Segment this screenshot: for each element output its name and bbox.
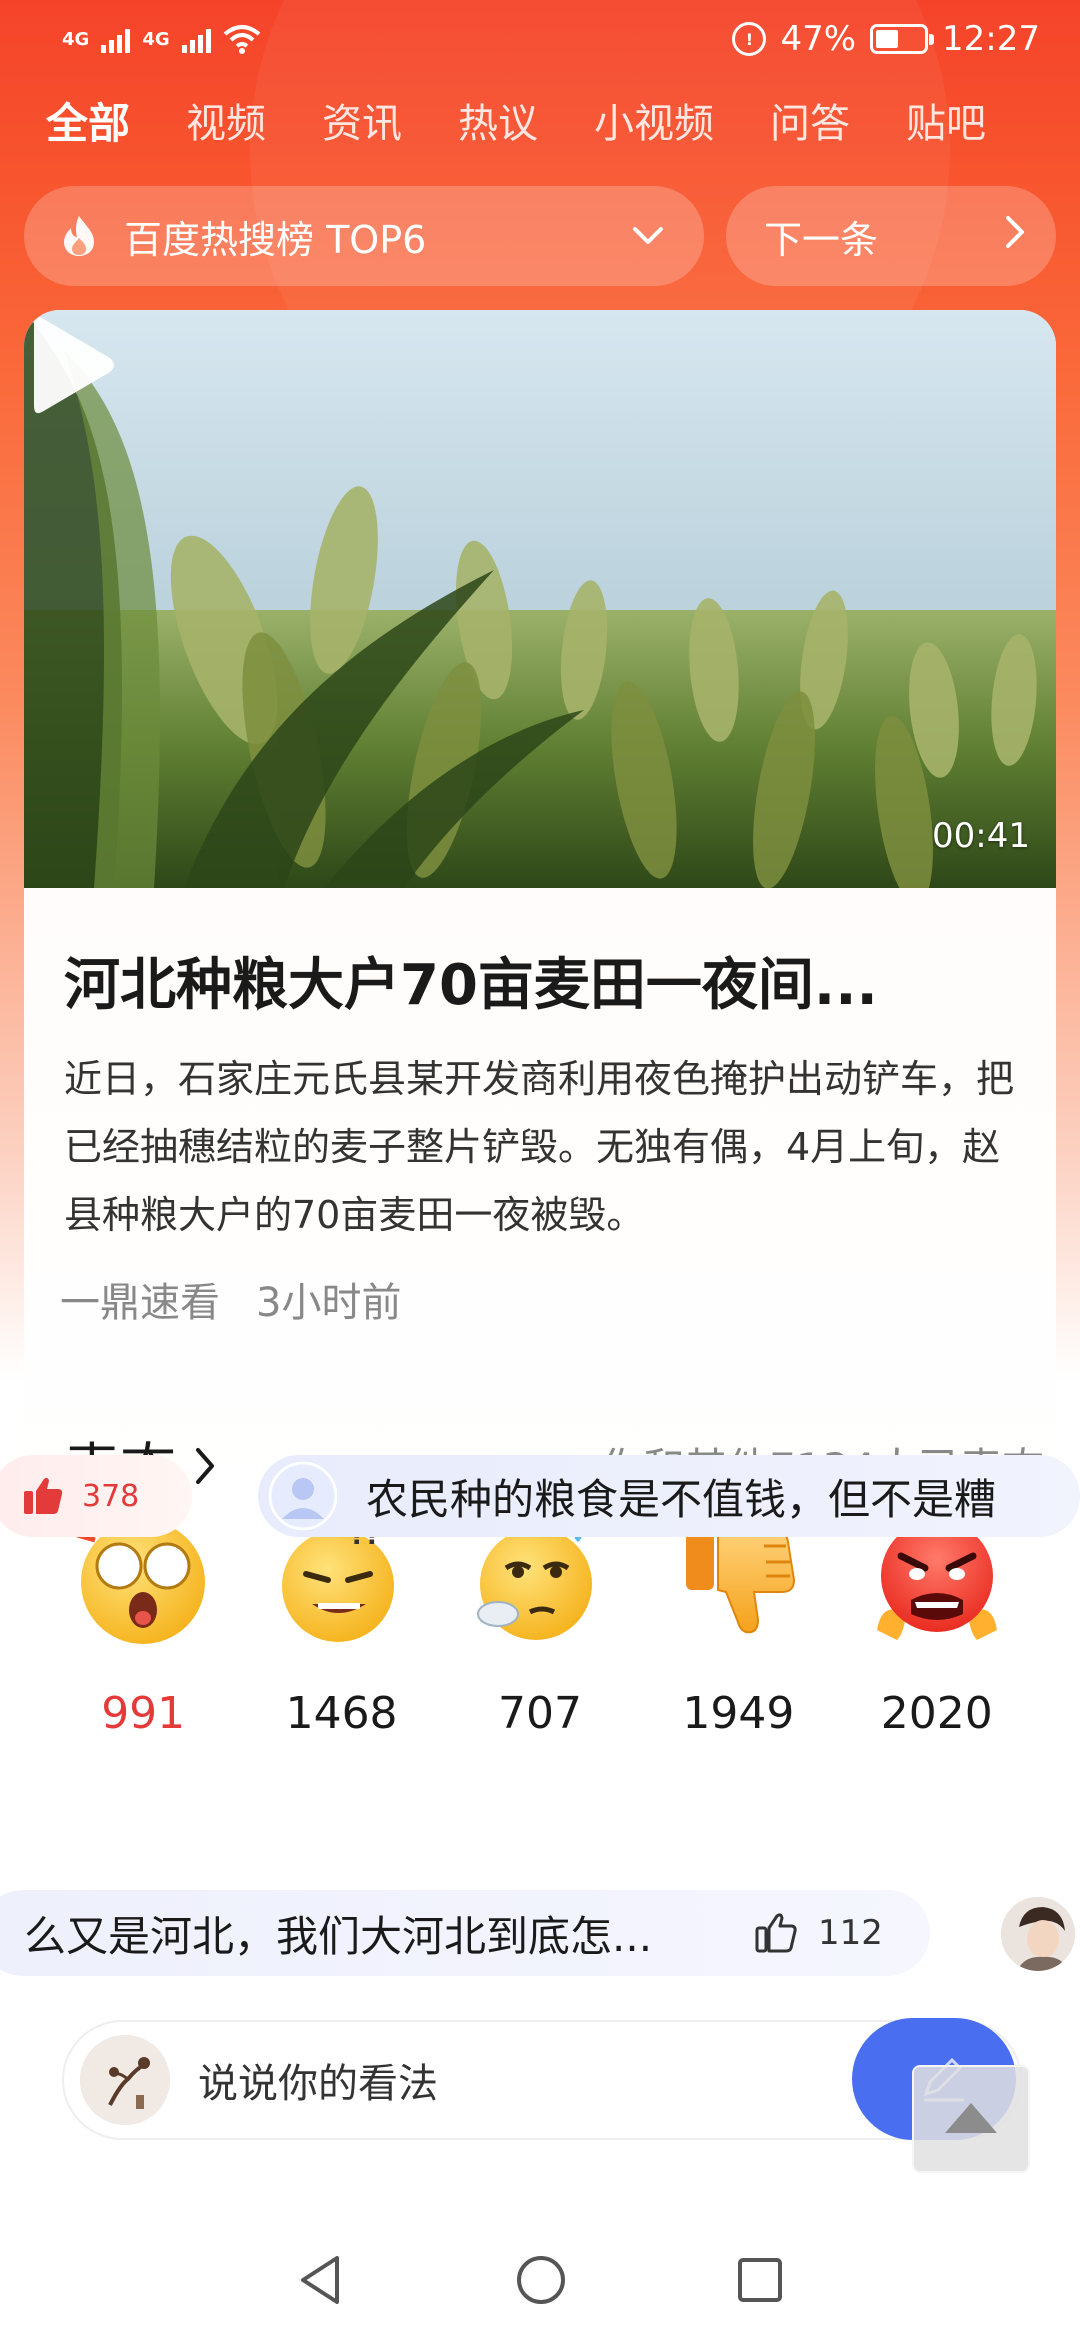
reaction-count: 1468 <box>285 1688 398 1739</box>
video-player[interactable]: 00:41 <box>24 310 1056 888</box>
data-saver-icon: ! <box>732 22 767 56</box>
signal-icon <box>101 25 131 53</box>
chevron-right-icon <box>1004 214 1026 258</box>
comment-like-pill[interactable]: 378 <box>0 1455 192 1537</box>
wheat-field-thumbnail <box>24 310 1056 888</box>
next-item-button[interactable]: 下一条 <box>726 186 1056 286</box>
news-card[interactable]: 00:41 河北种粮大户70亩麦田一夜间... 近日，石家庄元氏县某开发商利用夜… <box>24 310 1056 2310</box>
comment-input-placeholder: 说说你的看法 <box>198 2061 438 2107</box>
clock: 12:27 <box>942 19 1040 59</box>
next-item-label: 下一条 <box>764 217 879 262</box>
battery-fill <box>876 30 898 48</box>
system-nav-bar <box>0 2220 1080 2340</box>
comment-like-count: 378 <box>82 1478 140 1514</box>
wifi-icon <box>223 25 260 54</box>
recents-icon[interactable] <box>737 2257 783 2303</box>
tab-1[interactable]: 视频 <box>186 91 266 149</box>
reaction-item[interactable]: 2020 <box>852 1510 1022 1739</box>
comment-text-2: 么又是河北，我们大河北到底怎... <box>24 1911 653 1961</box>
tab-6[interactable]: 贴吧 <box>906 91 986 149</box>
arrow-up-icon <box>945 2103 997 2133</box>
comment-bubble[interactable]: 农民种的粮食是不值钱，但不是糟 <box>258 1455 1080 1537</box>
chevron-down-icon <box>628 216 668 256</box>
user-avatar[interactable] <box>80 2035 170 2125</box>
article-source[interactable]: 一鼎速看 <box>60 1270 220 1328</box>
reaction-count: 2020 <box>880 1688 993 1739</box>
tab-2[interactable]: 资讯 <box>322 91 402 149</box>
reaction-count: 707 <box>497 1688 582 1739</box>
comment-bubble-2[interactable]: 么又是河北，我们大河北到底怎... 112 <box>0 1890 930 1976</box>
commenter-avatar[interactable] <box>998 1894 1078 1974</box>
network-type-2: 4G <box>142 28 170 50</box>
comment-ticker-2: 么又是河北，我们大河北到底怎... 112 <box>0 1890 1080 1980</box>
signal-icon-2 <box>181 25 211 53</box>
default-avatar-icon <box>268 1461 338 1531</box>
tab-3[interactable]: 热议 <box>458 91 538 149</box>
reaction-item[interactable]: 991 <box>58 1510 228 1739</box>
comment-ticker-1: 378 农民种的粮食是不值钱，但不是糟 <box>0 1450 1080 1540</box>
tab-4[interactable]: 小视频 <box>594 91 714 149</box>
article-summary[interactable]: 近日，石家庄元氏县某开发商利用夜色掩护出动铲车，把已经抽穗结粒的麦子整片铲毁。无… <box>64 1045 1024 1249</box>
battery-percent: 47% <box>780 19 857 59</box>
reaction-list: 991 ??1468 707 1949 2020 <box>24 1510 1056 1739</box>
article-meta: 一鼎速看 3小时前 <box>60 1270 401 1328</box>
reaction-item[interactable]: 707 <box>455 1510 625 1739</box>
comment-like-count-2: 112 <box>818 1913 883 1953</box>
article-headline[interactable]: 河北种粮大户70亩麦田一夜间... <box>64 940 1024 1021</box>
article-time: 3小时前 <box>256 1280 402 1326</box>
reaction-item[interactable]: 1949 <box>653 1510 823 1739</box>
video-duration: 00:41 <box>932 816 1030 856</box>
thumbs-up-filled-icon <box>24 1477 63 1514</box>
hot-search-label: 百度热搜榜 TOP6 <box>124 217 427 262</box>
battery-icon <box>870 24 935 54</box>
hot-search-dropdown[interactable]: 百度热搜榜 TOP6 <box>24 186 704 286</box>
status-left: 4G 4G <box>62 24 261 54</box>
home-icon[interactable] <box>515 2254 567 2306</box>
status-bar: 4G 4G ! 47% 12:27 <box>0 0 1080 78</box>
tab-5[interactable]: 问答 <box>770 91 850 149</box>
flame-icon <box>60 214 98 258</box>
category-tabs: 全部 视频 资讯 热议 小视频 问答 贴吧 <box>0 80 1080 160</box>
thumbs-up-icon <box>755 1913 797 1953</box>
status-right: ! 47% 12:27 <box>732 19 1040 59</box>
comment-like-button[interactable]: 112 <box>754 1912 883 1954</box>
comment-text: 农民种的粮食是不值钱，但不是糟 <box>366 1474 997 1524</box>
reaction-count: 991 <box>101 1688 186 1739</box>
back-icon[interactable] <box>297 2254 345 2306</box>
reaction-count: 1949 <box>682 1688 795 1739</box>
play-icon[interactable] <box>24 310 120 420</box>
back-to-top-button[interactable] <box>912 2065 1030 2173</box>
reaction-item[interactable]: ??1468 <box>257 1510 427 1739</box>
tab-0[interactable]: 全部 <box>46 90 130 151</box>
network-type-1: 4G <box>62 28 90 50</box>
